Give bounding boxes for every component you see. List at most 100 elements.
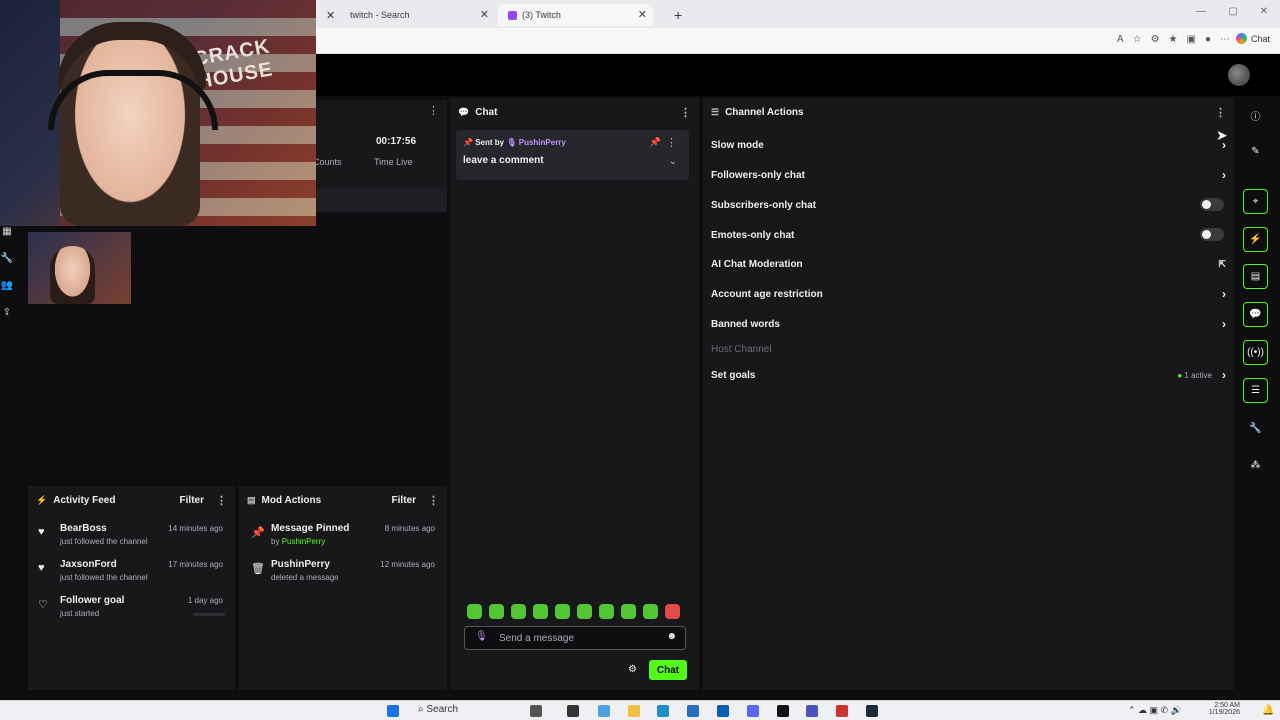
- steam-icon[interactable]: [866, 705, 878, 717]
- outlook-icon[interactable]: [717, 705, 729, 717]
- set-goals-row[interactable]: Set goals ● 1 active ›: [711, 365, 1226, 385]
- close-window-icon[interactable]: ✕: [1260, 6, 1268, 17]
- notifications-icon[interactable]: 🔔: [1262, 705, 1274, 716]
- kebab-icon[interactable]: ⋮: [680, 106, 691, 119]
- copilot-button[interactable]: Chat: [1235, 33, 1270, 44]
- account-age-row[interactable]: Account age restriction ›: [711, 284, 1226, 304]
- tab-twitch-search[interactable]: twitch - Search ✕: [340, 4, 495, 26]
- app-icon[interactable]: [806, 705, 818, 717]
- pinned-username[interactable]: PushinPerry: [519, 138, 566, 147]
- emote-icon[interactable]: [533, 604, 548, 619]
- broadcast-icon[interactable]: ((•)): [1243, 340, 1268, 365]
- extensions-icon[interactable]: ⚙: [1151, 34, 1160, 45]
- kebab-icon[interactable]: ⋮: [428, 494, 439, 507]
- app-icon[interactable]: [530, 705, 542, 717]
- minimize-icon[interactable]: —: [1196, 6, 1206, 17]
- copilot-label: Chat: [1250, 33, 1270, 44]
- tab-twitch[interactable]: (3) Twitch ✕: [498, 4, 653, 26]
- chevron-right-icon[interactable]: ›: [1222, 368, 1226, 382]
- layout-icon[interactable]: ☰: [1243, 378, 1268, 403]
- kebab-icon[interactable]: ⋮: [666, 136, 677, 149]
- app-icon[interactable]: [687, 705, 699, 717]
- emoji-icon[interactable]: ☻: [666, 631, 677, 642]
- emote-icon[interactable]: [577, 604, 592, 619]
- folder-icon[interactable]: [628, 705, 640, 717]
- stream-preview[interactable]: [28, 232, 131, 304]
- list-item[interactable]: ♥ JaxsonFord just followed the channel 1…: [28, 559, 235, 593]
- lightning-icon[interactable]: ⚡: [1243, 227, 1268, 252]
- emote-icon[interactable]: [467, 604, 482, 619]
- tray-icons[interactable]: ⌃ ☁ ▣ ✆ 🔊: [1128, 705, 1182, 716]
- more-icon[interactable]: ⋯: [1220, 34, 1230, 45]
- subscribers-only-row[interactable]: Subscribers-only chat: [711, 195, 1226, 215]
- favorites-icon[interactable]: ★: [1169, 34, 1178, 45]
- emotes-only-row[interactable]: Emotes-only chat: [711, 225, 1226, 245]
- chat-input[interactable]: 🎙 Send a message ☻: [464, 626, 686, 650]
- emote-icon[interactable]: [555, 604, 570, 619]
- new-tab-button[interactable]: +: [664, 4, 682, 26]
- nodes-icon[interactable]: ⁂: [1243, 453, 1268, 478]
- tab-close-icon[interactable]: ✕: [316, 4, 335, 26]
- collections-icon[interactable]: ▣: [1187, 34, 1196, 45]
- close-icon[interactable]: ✕: [638, 8, 647, 21]
- emote-icon[interactable]: [489, 604, 504, 619]
- app-icon[interactable]: [598, 705, 610, 717]
- close-icon[interactable]: ✕: [480, 8, 489, 21]
- chat-bubble-icon[interactable]: 💬: [1243, 302, 1268, 327]
- users-icon[interactable]: 👥: [0, 280, 14, 307]
- list-item[interactable]: ♡ Follower goal just started 1 day ago: [28, 595, 235, 629]
- chevron-right-icon[interactable]: ›: [1222, 168, 1226, 182]
- kebab-icon[interactable]: ⋮: [216, 494, 227, 507]
- emotes-only-toggle[interactable]: [1200, 228, 1224, 241]
- emote-icon[interactable]: [621, 604, 636, 619]
- pencil-icon[interactable]: ✎: [1243, 139, 1268, 164]
- pinned-message[interactable]: 📌 Sent by 🎙 PushinPerry leave a comment …: [456, 130, 689, 180]
- followers-only-row[interactable]: Followers-only chat ›: [711, 165, 1226, 185]
- app-icon[interactable]: [567, 705, 579, 717]
- discord-icon[interactable]: [747, 705, 759, 717]
- start-icon[interactable]: [387, 705, 399, 717]
- wrench-icon[interactable]: 🔧: [1243, 416, 1268, 441]
- edge-icon[interactable]: [657, 705, 669, 717]
- row-label: AI Chat Moderation: [711, 258, 803, 270]
- mod-username[interactable]: PushinPerry: [282, 537, 326, 546]
- kebab-icon[interactable]: ⋮: [428, 104, 439, 117]
- unpin-icon[interactable]: 📌: [650, 137, 661, 148]
- activity-filter-button[interactable]: Filter: [180, 495, 204, 506]
- calendar-icon[interactable]: ▦: [0, 226, 14, 253]
- emote-icon[interactable]: [665, 604, 680, 619]
- emote-icon[interactable]: [599, 604, 614, 619]
- kebab-icon[interactable]: ⋮: [1215, 106, 1226, 119]
- chevron-right-icon[interactable]: ›: [1222, 287, 1226, 301]
- taskbar-search[interactable]: ⌕ Search: [418, 704, 458, 715]
- favorite-icon[interactable]: ☆: [1133, 34, 1142, 45]
- slow-mode-row[interactable]: Slow mode ›: [711, 135, 1226, 155]
- chevron-right-icon[interactable]: ›: [1222, 317, 1226, 331]
- wrench-icon[interactable]: 🔧: [0, 253, 14, 280]
- send-chat-button[interactable]: Chat: [649, 660, 687, 680]
- mod-filter-button[interactable]: Filter: [392, 495, 416, 506]
- subscribers-only-toggle[interactable]: [1200, 198, 1224, 211]
- maximize-icon[interactable]: ▢: [1229, 6, 1238, 17]
- list-item[interactable]: ♥ BearBoss just followed the channel 14 …: [28, 523, 235, 557]
- list-item[interactable]: 🗑 PushinPerry deleted a message 12 minut…: [239, 559, 447, 593]
- profile-icon[interactable]: ●: [1205, 34, 1211, 45]
- app-icon[interactable]: [836, 705, 848, 717]
- emote-icon[interactable]: [511, 604, 526, 619]
- banned-words-row[interactable]: Banned words ›: [711, 314, 1226, 334]
- read-aloud-icon[interactable]: A: [1117, 34, 1124, 45]
- clock[interactable]: 2:50 AM 1/19/2026: [1208, 702, 1240, 716]
- ai-moderation-row[interactable]: AI Chat Moderation ⇱: [711, 254, 1226, 274]
- chevron-down-icon[interactable]: ⌄: [669, 156, 677, 167]
- document-icon[interactable]: ▤: [1243, 264, 1268, 289]
- list-item[interactable]: 📌 Message Pinned by PushinPerry 8 minute…: [239, 523, 447, 557]
- info-icon[interactable]: ⓘ: [1243, 103, 1268, 128]
- external-link-icon[interactable]: ⇱: [1218, 259, 1226, 270]
- scan-icon[interactable]: ⌖: [1243, 189, 1268, 214]
- chat-settings-icon[interactable]: ⚙: [628, 664, 637, 675]
- avatar[interactable]: [1228, 64, 1250, 86]
- stream-stats-panel: ⋮ Counts 00:17:56 Time Live: [313, 100, 447, 212]
- app-icon[interactable]: [777, 705, 789, 717]
- emote-icon[interactable]: [643, 604, 658, 619]
- upload-icon[interactable]: ⇪: [0, 307, 14, 334]
